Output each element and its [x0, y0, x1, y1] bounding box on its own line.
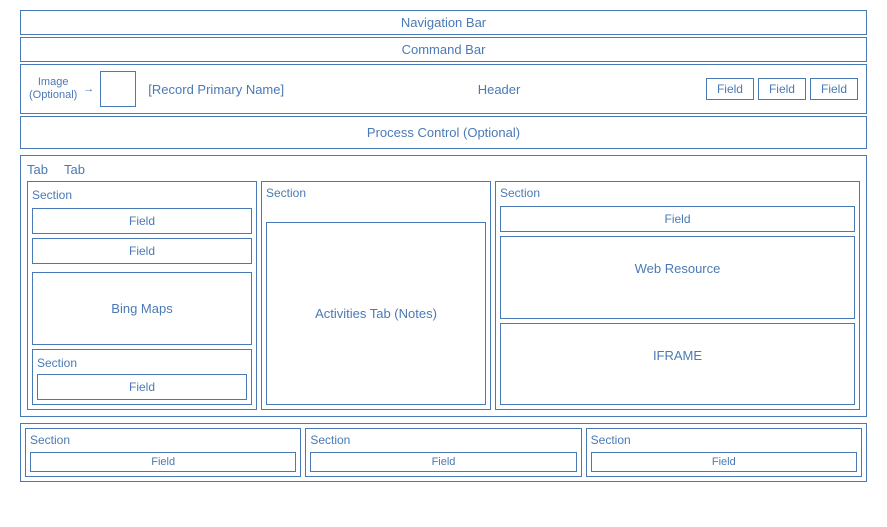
bottom-field-2[interactable]: Field: [310, 452, 576, 472]
image-optional-label: (Optional): [29, 89, 77, 102]
bing-maps: Bing Maps: [32, 272, 252, 345]
image-label-col: Image (Optional): [29, 76, 77, 102]
bottom-section-label-2: Section: [310, 433, 576, 447]
left-field-2[interactable]: Field: [32, 238, 252, 264]
mid-column: Section Activities Tab (Notes): [261, 181, 491, 410]
bottom-sections-row: Section Field Section Field Section Fiel…: [20, 423, 867, 482]
image-optional-group: Image (Optional) →: [29, 71, 136, 107]
image-placeholder: [100, 71, 136, 107]
bottom-field-3[interactable]: Field: [591, 452, 857, 472]
bottom-section-label-1: Section: [30, 433, 296, 447]
tab-2[interactable]: Tab: [64, 162, 85, 177]
bottom-col-3: Section Field: [586, 428, 862, 477]
header-field-2[interactable]: Field: [758, 78, 806, 100]
left-section-label: Section: [32, 188, 72, 202]
record-primary-name: [Record Primary Name]: [148, 82, 284, 97]
left-field-1[interactable]: Field: [32, 208, 252, 234]
right-section-label: Section: [500, 186, 855, 200]
process-control: Process Control (Optional): [20, 116, 867, 149]
header-fields: Field Field Field: [706, 78, 858, 100]
left-bottom-field[interactable]: Field: [37, 374, 247, 400]
image-label: Image: [38, 76, 69, 89]
activities-tab: Activities Tab (Notes): [266, 222, 486, 405]
bottom-col-1: Section Field: [25, 428, 301, 477]
arrow-icon: →: [83, 83, 94, 95]
left-section-header: Section: [32, 186, 252, 204]
tab-1[interactable]: Tab: [27, 162, 48, 177]
header-field-1[interactable]: Field: [706, 78, 754, 100]
columns-row: Section Field Field Bing Maps Section Fi…: [27, 181, 860, 410]
command-bar: Command Bar: [20, 37, 867, 62]
web-resource: Web Resource: [500, 236, 855, 319]
bottom-col-2: Section Field: [305, 428, 581, 477]
bottom-field-1[interactable]: Field: [30, 452, 296, 472]
tabs-row: Tab Tab: [27, 162, 860, 177]
header-field-3[interactable]: Field: [810, 78, 858, 100]
right-column: Section Field Web Resource IFRAME: [495, 181, 860, 410]
left-bottom-section: Section Field: [32, 349, 252, 405]
navigation-bar: Navigation Bar: [20, 10, 867, 35]
left-bottom-section-label: Section: [37, 356, 77, 370]
mid-section-label: Section: [266, 186, 486, 200]
header-label: Header: [300, 82, 698, 97]
header-row: Image (Optional) → [Record Primary Name]…: [20, 64, 867, 114]
page-wrapper: Navigation Bar Command Bar Image (Option…: [0, 0, 887, 492]
main-content-area: Tab Tab Section Field Field Bing Maps: [20, 155, 867, 417]
bottom-section-label-3: Section: [591, 433, 857, 447]
iframe: IFRAME: [500, 323, 855, 406]
right-field-1[interactable]: Field: [500, 206, 855, 232]
left-column: Section Field Field Bing Maps Section Fi…: [27, 181, 257, 410]
